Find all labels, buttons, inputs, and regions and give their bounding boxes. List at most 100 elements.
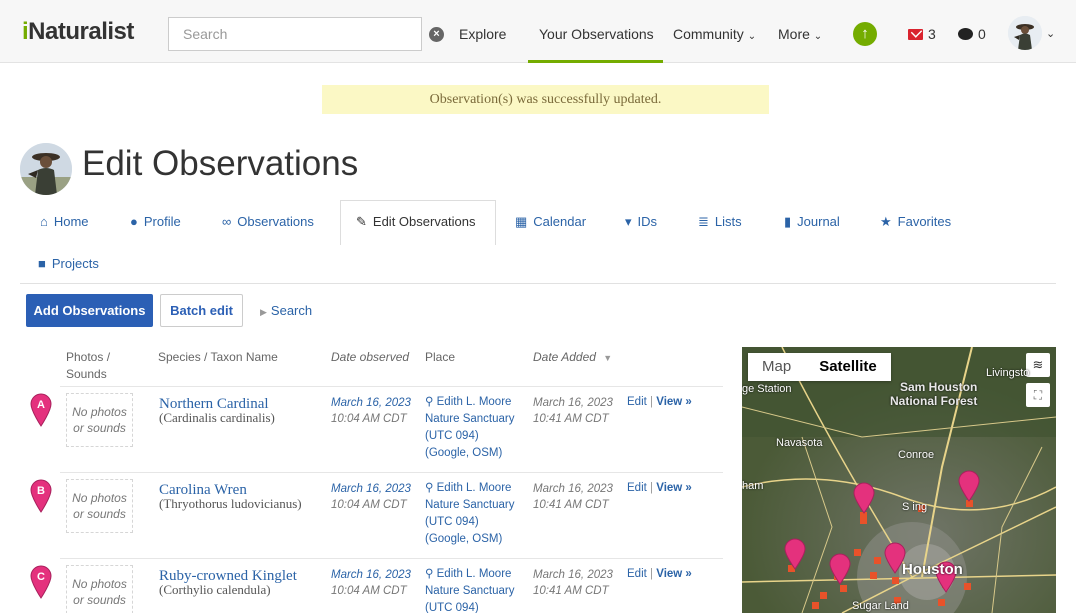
chevron-down-icon: ⌄ (747, 31, 757, 42)
map-label: Conroe (898, 449, 935, 461)
upload-icon[interactable]: ↑ (853, 22, 877, 46)
tab-ids[interactable]: ▾ IDs (625, 214, 657, 230)
tab-edit-observations[interactable]: ✎ Edit Observations (356, 214, 476, 230)
search-toggle[interactable]: ▶ Search (260, 303, 312, 318)
tab-observations[interactable]: ∞ Observations (222, 214, 314, 229)
binoculars-icon: ∞ (222, 214, 232, 229)
success-flash: Observation(s) was successfully updated. (322, 85, 769, 114)
svg-text:A: A (37, 399, 45, 411)
search-input[interactable] (169, 18, 421, 50)
date-observed[interactable]: March 16, 2023 10:04 AM CDT (331, 395, 411, 427)
map-type-satellite[interactable]: Satellite (805, 353, 891, 381)
active-nav-indicator (528, 60, 663, 63)
tab-profile[interactable]: ● Profile (130, 214, 181, 229)
edit-link[interactable]: Edit (627, 396, 647, 408)
user-icon: ● (130, 214, 138, 229)
tabs-divider (20, 283, 1056, 284)
view-link[interactable]: View » (656, 568, 692, 580)
col-header-date-added[interactable]: Date Added ▼ (533, 349, 612, 367)
avatar-image (20, 143, 72, 195)
avatar-image (1008, 16, 1042, 50)
nav-your-observations[interactable]: Your Observations (539, 26, 654, 42)
row-actions: Edit | View » (627, 396, 692, 408)
briefcase-icon: ■ (38, 256, 46, 271)
table-header-divider (60, 386, 723, 387)
map-label: Livingsto (986, 367, 1030, 379)
nav-explore[interactable]: Explore (459, 26, 506, 42)
page-title: Edit Observations (82, 144, 359, 183)
tab-favorites[interactable]: ★ Favorites (880, 214, 951, 230)
map-pin-icon: ⚲ (425, 568, 437, 580)
no-photos-placeholder: No photos or sounds (66, 479, 133, 533)
layers-icon[interactable]: ≋ (1026, 353, 1050, 377)
date-added: March 16, 2023 10:41 AM CDT (533, 569, 613, 597)
species-scientific-name: (Cardinalis cardinalis) (159, 410, 275, 425)
chevron-down-icon: ⌄ (813, 31, 823, 42)
top-nav: iNaturalist × Explore Your Observations … (0, 0, 1076, 63)
col-header-species: Species / Taxon Name (158, 350, 278, 364)
chevron-down-icon[interactable]: ⌄ (1046, 27, 1055, 40)
svg-text:B: B (37, 485, 45, 497)
place-link[interactable]: ⚲ Edith L. Moore Nature Sanctuary (UTC 094… (425, 480, 515, 548)
tab-lists[interactable]: ≣ Lists (698, 214, 742, 230)
row-divider (60, 558, 723, 559)
notifications-count[interactable]: 0 (978, 26, 986, 42)
no-photos-placeholder: No photos or sounds (66, 393, 133, 447)
tab-calendar[interactable]: ▦ Calendar (515, 214, 586, 230)
place-link[interactable]: ⚲ Edith L. Moore Nature Sanctuary (UTC 094… (425, 394, 515, 462)
species-scientific-name: (Corthylio calendula) (159, 582, 271, 597)
species-scientific-name: (Thryothorus ludovicianus) (159, 496, 302, 511)
profile-avatar (20, 143, 72, 195)
fullscreen-icon[interactable]: ⛶ (1026, 383, 1050, 407)
map-label: Navasota (776, 437, 823, 449)
messages-count[interactable]: 3 (928, 26, 936, 42)
pencil-icon: ✎ (356, 214, 367, 229)
comment-icon[interactable] (958, 28, 973, 40)
home-icon: ⌂ (40, 214, 48, 229)
observations-map[interactable]: Map Satellite ≋ ⛶ ge Station Livingsto S… (742, 347, 1056, 613)
map-label: S ing (902, 501, 928, 513)
mail-icon[interactable] (908, 29, 923, 40)
map-label: Sugar Land (852, 600, 909, 612)
batch-edit-button[interactable]: Batch edit (160, 294, 243, 327)
map-label: ham (742, 480, 764, 492)
tab-journal[interactable]: ▮ Journal (784, 214, 840, 230)
view-link[interactable]: View » (656, 482, 692, 494)
edit-link[interactable]: Edit (627, 482, 647, 494)
row-actions: Edit | View » (627, 482, 692, 494)
no-photos-placeholder: No photos or sounds (66, 565, 133, 613)
edit-link[interactable]: Edit (627, 568, 647, 580)
list-icon: ≣ (698, 214, 709, 229)
add-observations-button[interactable]: Add Observations (26, 294, 153, 327)
col-header-place: Place (425, 350, 456, 364)
map-type-map[interactable]: Map (748, 353, 805, 381)
search-box[interactable] (168, 17, 422, 51)
view-link[interactable]: View » (656, 396, 692, 408)
book-icon: ▮ (784, 214, 792, 229)
nav-more[interactable]: More ⌄ (778, 26, 822, 42)
tab-home[interactable]: ⌂ Home (40, 214, 89, 229)
map-marker-icon[interactable]: A (30, 393, 52, 427)
row-actions: Edit | View » (627, 568, 692, 580)
caret-right-icon: ▶ (260, 307, 267, 317)
place-link[interactable]: ⚲ Edith L. Moore Nature Sanctuary (UTC 094… (425, 566, 515, 613)
map-type-toggle[interactable]: Map Satellite (748, 353, 891, 381)
inaturalist-logo[interactable]: iNaturalist (22, 18, 134, 46)
user-avatar[interactable] (1008, 16, 1042, 50)
map-label: Sam Houston (900, 380, 978, 394)
map-marker-icon[interactable]: C (30, 565, 52, 599)
map-label: National Forest (890, 394, 978, 408)
clear-search-icon[interactable]: × (429, 27, 444, 42)
map-label: ge Station (742, 383, 792, 395)
col-header-date-observed[interactable]: Date observed (331, 349, 409, 366)
map-marker-icon[interactable]: B (30, 479, 52, 513)
calendar-icon: ▦ (515, 214, 528, 229)
map-pin-icon: ⚲ (425, 396, 437, 408)
date-observed[interactable]: March 16, 2023 10:04 AM CDT (331, 481, 411, 513)
tab-projects[interactable]: ■ Projects (38, 256, 99, 271)
map-pin-icon: ⚲ (425, 482, 437, 494)
col-header-photos: Photos / Sounds (66, 350, 111, 381)
nav-community[interactable]: Community ⌄ (673, 26, 756, 42)
date-observed[interactable]: March 16, 2023 10:04 AM CDT (331, 567, 411, 599)
date-added: March 16, 2023 10:41 AM CDT (533, 483, 613, 511)
